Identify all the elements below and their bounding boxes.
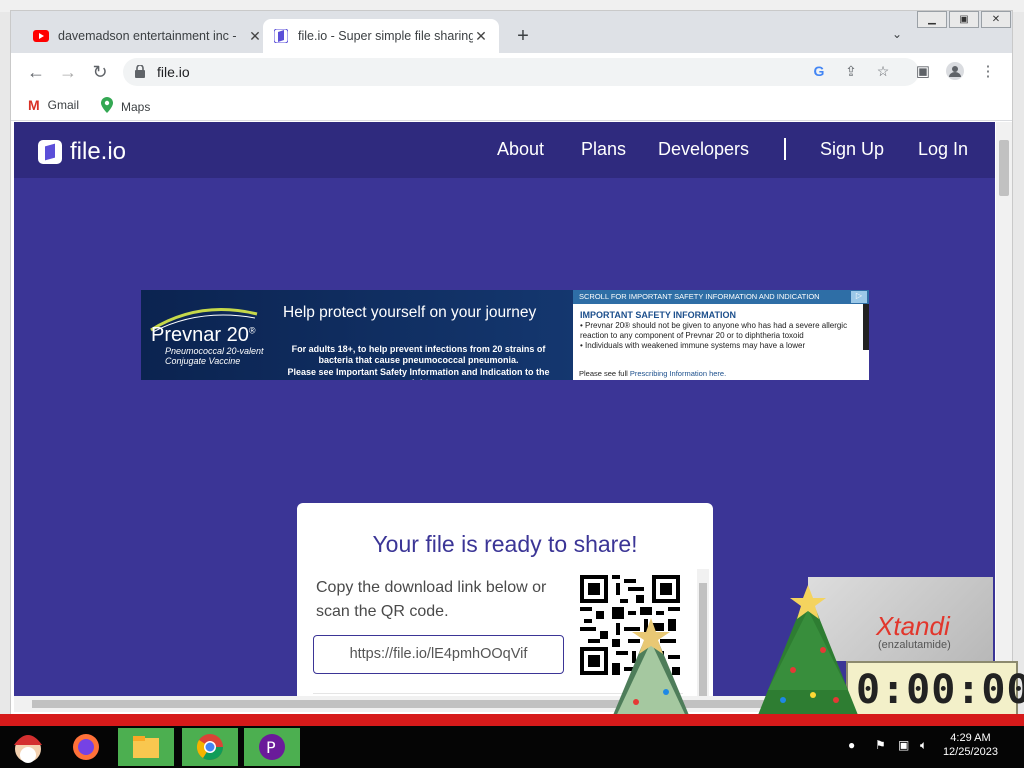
close-icon[interactable]: ✕: [247, 28, 263, 45]
lock-icon: [135, 65, 145, 78]
site-logo[interactable]: file.io: [38, 138, 126, 166]
youtube-icon: [33, 28, 49, 44]
timer-digits: 0:00:00: [856, 667, 1024, 713]
new-tab-button[interactable]: +: [511, 25, 535, 48]
tab-youtube[interactable]: davemadson entertainment inc - ✕: [23, 19, 273, 53]
nav-divider: [784, 138, 786, 160]
widget-subtitle: (enzalutamide): [878, 639, 951, 651]
banner-ad[interactable]: Prevnar 20® Pneumococcal 20-valent Conju…: [141, 290, 869, 380]
back-arrow-icon[interactable]: ←: [24, 61, 48, 83]
tab-title: davemadson entertainment inc -: [58, 29, 237, 43]
system-clock[interactable]: 4:29 AM 12/25/2023: [943, 731, 998, 759]
download-link-field[interactable]: https://file.io/lE4pmhOOqVif: [313, 635, 564, 674]
reload-icon[interactable]: ↻: [88, 61, 112, 83]
taskbar-decoration: [0, 714, 1024, 726]
countdown-timer[interactable]: 0:00:00: [846, 661, 1024, 719]
share-icon[interactable]: ⇪: [841, 63, 861, 80]
adchoices-icon[interactable]: ▷: [851, 291, 867, 303]
flag-icon[interactable]: ⚑: [875, 738, 886, 752]
ad-safety-panel[interactable]: SCROLL FOR IMPORTANT SAFETY INFORMATION …: [573, 290, 869, 380]
clock-date: 12/25/2023: [942, 746, 998, 758]
side-panel-icon[interactable]: ▣: [913, 62, 933, 80]
isi-title: IMPORTANT SAFETY INFORMATION: [580, 310, 736, 320]
ad-body: For adults 18+, to help prevent infectio…: [287, 344, 550, 380]
bookmark-label: Gmail: [47, 98, 80, 112]
isi-footer: Please see full Prescribing Information …: [579, 369, 727, 378]
nav-login[interactable]: Log In: [918, 139, 968, 160]
minimize-button[interactable]: ▁: [917, 11, 947, 28]
volume-icon[interactable]: 🔈︎: [920, 738, 927, 753]
page-vertical-scrollbar[interactable]: [996, 122, 1012, 706]
bookmark-maps[interactable]: Maps: [101, 97, 150, 116]
start-button[interactable]: [0, 728, 56, 766]
tray-dot-icon[interactable]: ●: [848, 738, 855, 752]
maximize-button[interactable]: ▣: [949, 11, 979, 28]
ad-creative: Prevnar 20® Pneumococcal 20-valent Conju…: [141, 290, 573, 380]
firefox-icon[interactable]: [58, 728, 114, 766]
address-bar[interactable]: file.io G ⇪ ☆: [123, 58, 919, 86]
maps-icon: [101, 97, 113, 116]
gmail-icon: M: [28, 97, 40, 113]
ad-brand-subtitle: Pneumococcal 20-valent Conjugate Vaccine: [165, 346, 264, 366]
fileio-icon: [273, 28, 289, 44]
nav-developers[interactable]: Developers: [658, 139, 749, 160]
ad-brand: Prevnar 20®: [151, 324, 256, 346]
ad-scrollbar[interactable]: [863, 304, 869, 350]
profile-icon[interactable]: [945, 62, 965, 84]
close-window-button[interactable]: ✕: [981, 11, 1011, 28]
window-controls: ▁ ▣ ✕: [915, 11, 1011, 29]
chevron-down-icon[interactable]: ⌄: [892, 27, 902, 41]
tab-fileio[interactable]: file.io - Super simple file sharing ✕: [263, 19, 499, 53]
forward-arrow-icon[interactable]: →: [56, 61, 80, 83]
tab-strip: davemadson entertainment inc - ✕ file.io…: [11, 11, 1012, 53]
url-text: file.io: [157, 64, 190, 80]
network-icon[interactable]: ▣: [898, 738, 909, 752]
tab-title: file.io - Super simple file sharing: [298, 29, 473, 43]
scrollbar-thumb[interactable]: [999, 140, 1009, 196]
taskbar: P ● ⚑ ▣ 🔈︎ 4:29 AM 12/25/2023: [0, 726, 1024, 768]
isi-text: • Prevnar 20® should not be given to any…: [580, 321, 848, 350]
site-header: file.io About Plans Developers Sign Up L…: [14, 122, 995, 178]
bookmark-gmail[interactable]: M Gmail: [28, 97, 79, 113]
nav-plans[interactable]: Plans: [581, 139, 626, 160]
ad-scroll-banner: SCROLL FOR IMPORTANT SAFETY INFORMATION …: [573, 290, 869, 304]
card-instructions: Copy the download link below or scan the…: [316, 579, 547, 620]
star-icon[interactable]: ☆: [873, 63, 893, 80]
svg-text:P: P: [266, 738, 276, 757]
kebab-menu-icon[interactable]: ⋮: [978, 62, 998, 80]
close-icon[interactable]: ✕: [473, 28, 489, 45]
nav-signup[interactable]: Sign Up: [820, 139, 884, 160]
card-title: Your file is ready to share!: [372, 531, 638, 557]
fileio-logo-icon: [38, 140, 62, 164]
brand-name: file.io: [70, 138, 127, 165]
bookmark-label: Maps: [121, 99, 151, 114]
bookmarks-bar: M Gmail Maps: [11, 91, 1012, 121]
chrome-icon[interactable]: [182, 728, 238, 766]
file-explorer-icon[interactable]: [118, 728, 174, 766]
clock-time: 4:29 AM: [950, 732, 991, 744]
widget-brand: Xtandi: [876, 611, 950, 641]
prescribing-info-link[interactable]: Prescribing Information here.: [630, 369, 726, 378]
browser-toolbar: ← → ↻ file.io G ⇪ ☆ ▣ ⋮: [11, 53, 1012, 91]
app-icon[interactable]: P: [244, 728, 300, 766]
nav-about[interactable]: About: [497, 139, 544, 160]
christmas-tree-icon: [758, 585, 858, 715]
ad-headline: Help protect yourself on your journey: [283, 304, 537, 321]
google-icon[interactable]: G: [809, 63, 829, 79]
